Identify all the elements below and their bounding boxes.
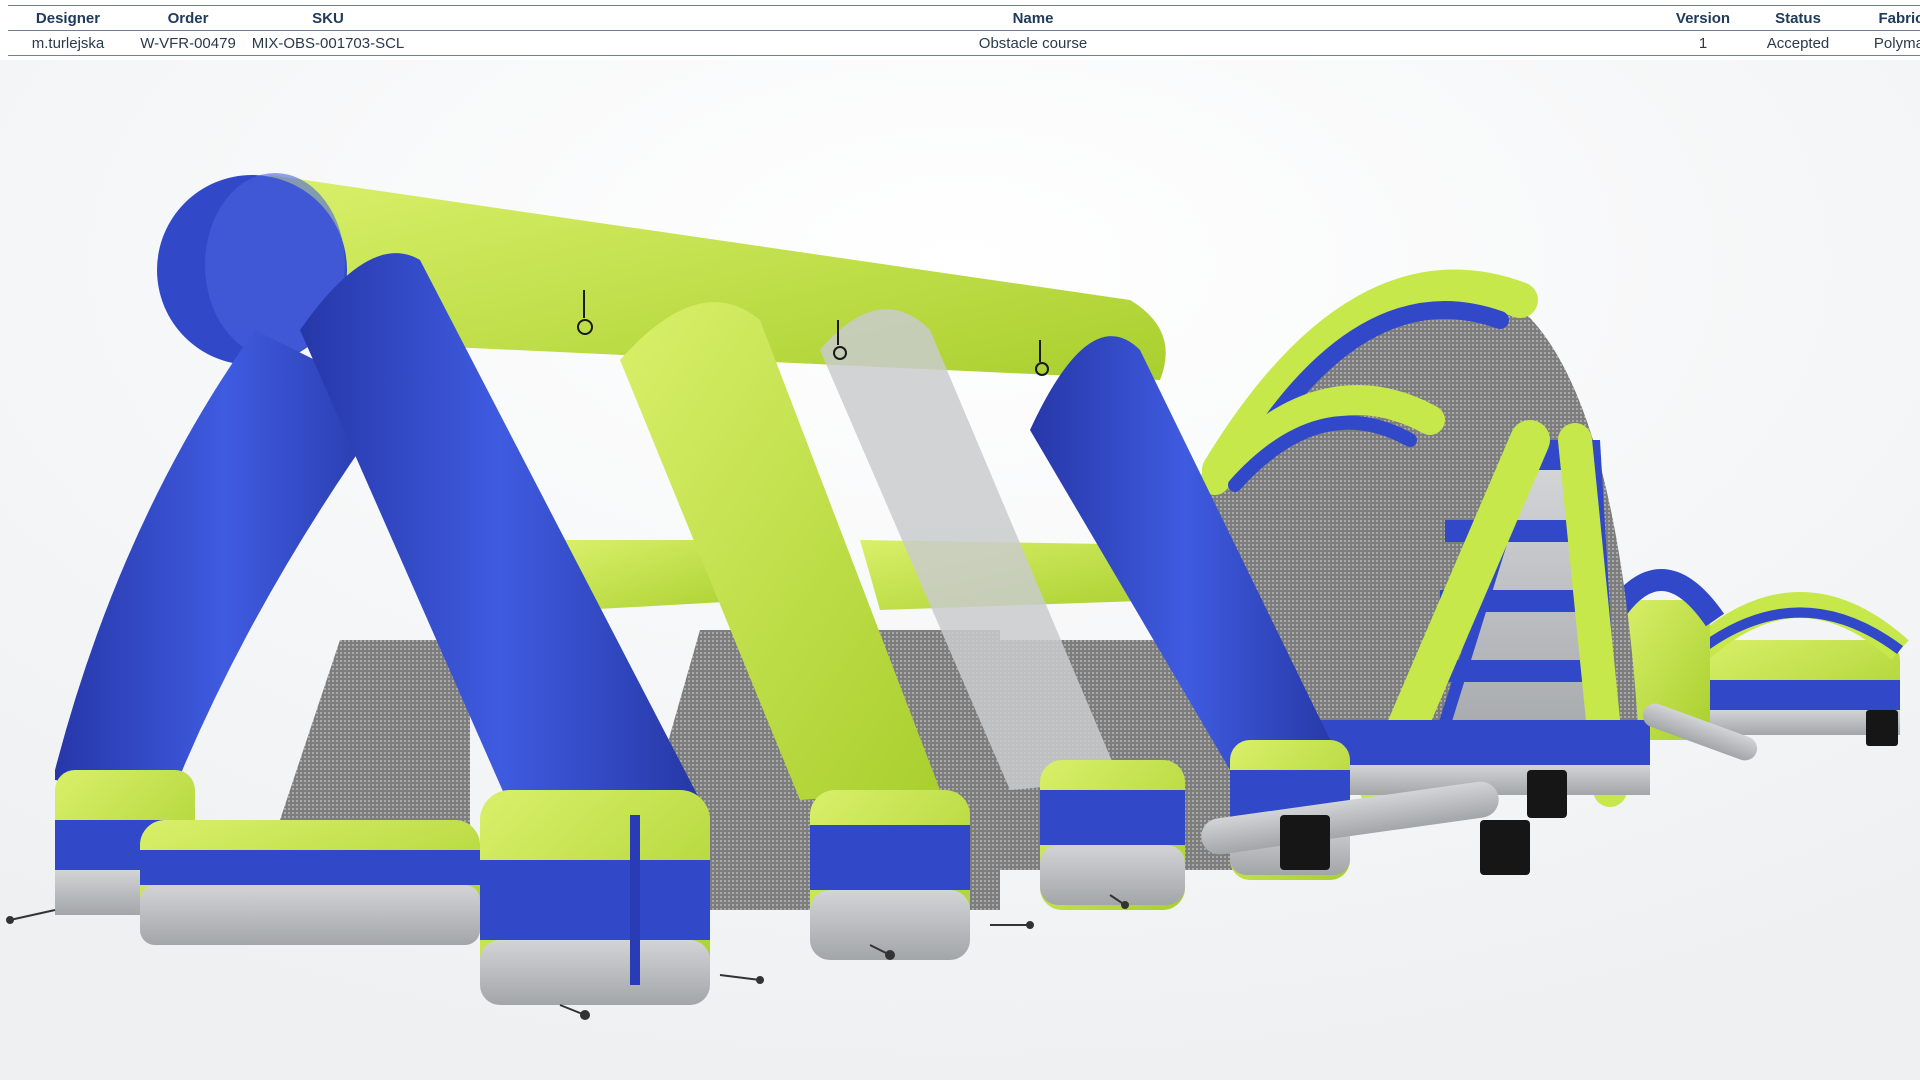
table-header-row: Designer Order SKU Name Version Status F… [8,5,1920,31]
header-designer: Designer [8,5,128,31]
cell-name: Obstacle course [408,30,1658,56]
cell-order: W-VFR-00479 [128,30,248,56]
header-fabric: Fabric [1848,5,1920,31]
header-status: Status [1748,5,1848,31]
cell-designer: m.turlejska [8,30,128,56]
header-name: Name [408,5,1658,31]
cell-fabric: Polymat [1848,30,1920,56]
cell-status: Accepted [1748,30,1848,56]
product-render [0,60,1920,1080]
header-version: Version [1658,5,1748,31]
table-row: m.turlejska W-VFR-00479 MIX-OBS-001703-S… [8,30,1920,56]
spec-table: Designer Order SKU Name Version Status F… [8,5,1920,56]
header-sku: SKU [248,5,408,31]
cell-sku: MIX-OBS-001703-SCL [248,30,408,56]
cell-version: 1 [1658,30,1748,56]
header-order: Order [128,5,248,31]
